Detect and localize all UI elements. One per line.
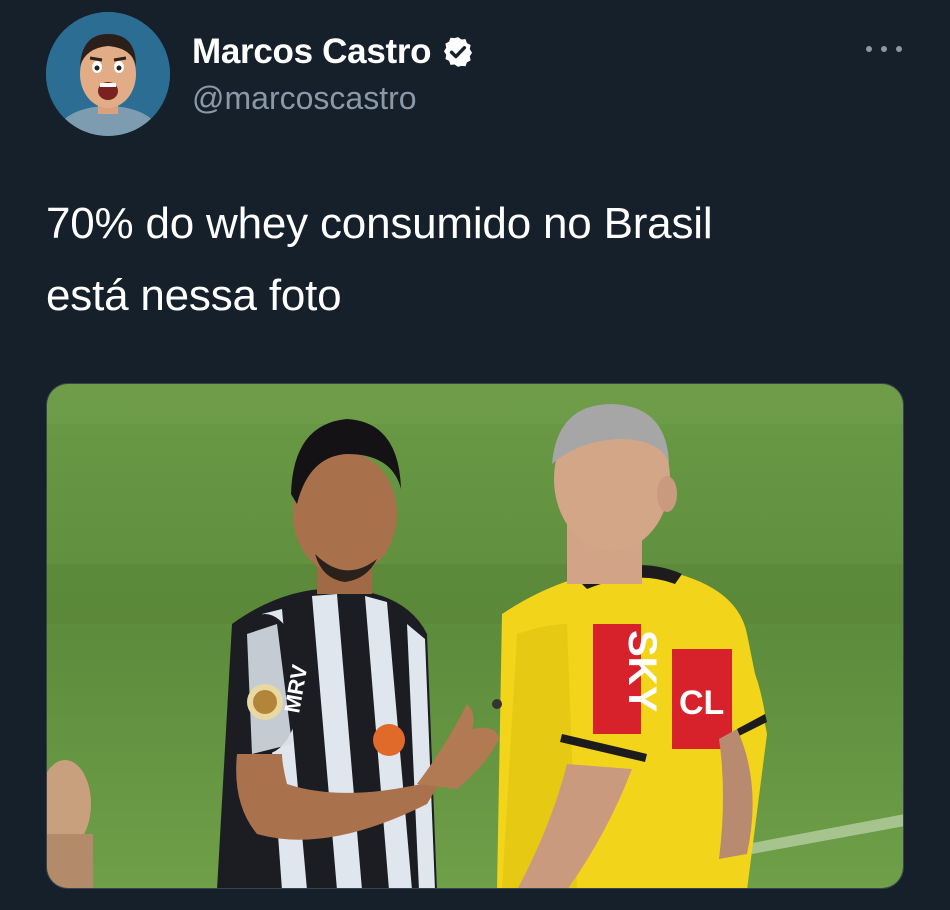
author-display-name[interactable]: Marcos Castro bbox=[192, 30, 432, 74]
author-handle[interactable]: @marcoscastro bbox=[192, 78, 417, 118]
referee-sleeve-text: CL bbox=[679, 684, 724, 722]
verified-badge-icon bbox=[441, 35, 475, 69]
more-horizontal-icon bbox=[866, 46, 872, 52]
more-dot bbox=[881, 46, 887, 52]
tweet-text-line: está nessa foto bbox=[46, 271, 342, 320]
more-options-button[interactable] bbox=[862, 34, 906, 64]
photo-football-scene: MRV SKY CL bbox=[47, 384, 903, 888]
tweet-card: Marcos Castro @marcoscastro 70% do whey … bbox=[0, 0, 950, 910]
tweet-photo[interactable]: MRV SKY CL bbox=[46, 383, 904, 889]
more-dot bbox=[896, 46, 902, 52]
author-name-row: Marcos Castro bbox=[192, 30, 475, 74]
tweet-text-line: 70% do whey consumido no Brasil bbox=[46, 199, 713, 248]
avatar-photo bbox=[46, 12, 170, 136]
tweet-text: 70% do whey consumido no Brasil está nes… bbox=[46, 188, 906, 332]
referee-sponsor-text: SKY bbox=[620, 630, 664, 713]
author-avatar[interactable] bbox=[46, 12, 170, 136]
